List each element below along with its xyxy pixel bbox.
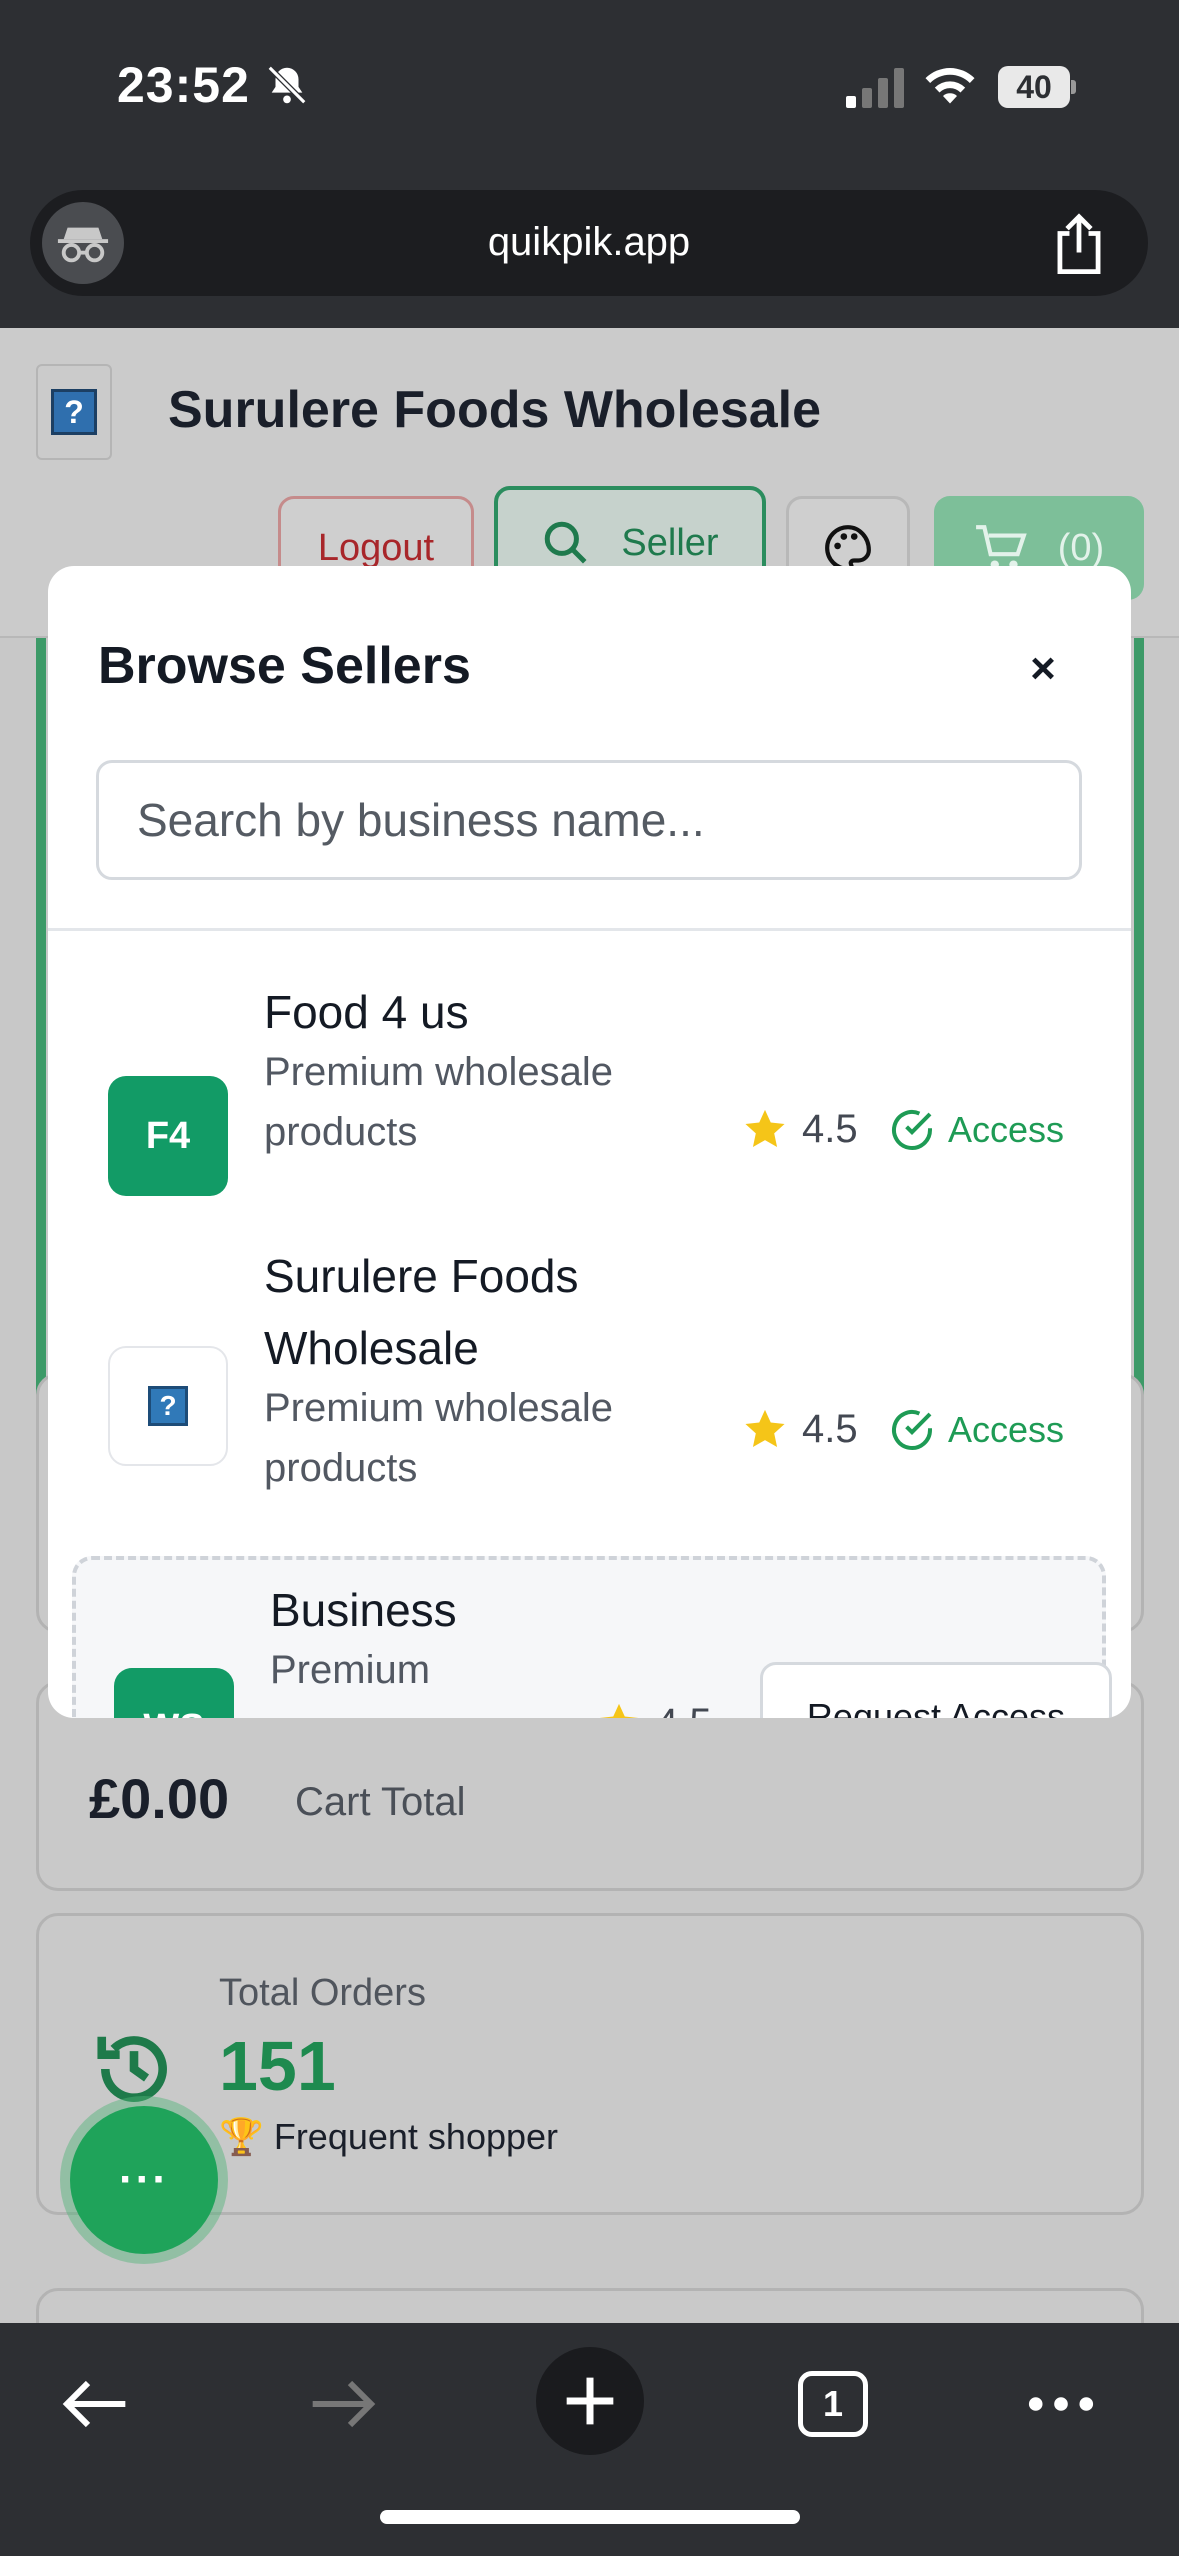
access-label: Access <box>948 1409 1065 1450</box>
check-circle-icon <box>892 1410 932 1450</box>
seller-name: Surulere Foods <box>264 1250 579 1302</box>
cellular-signal-icon <box>846 68 904 108</box>
seller-description: Premium wholesale <box>264 1050 614 1094</box>
seller-avatar: F4 <box>108 1076 228 1196</box>
history-icon <box>97 2036 167 2102</box>
more-actions-fab[interactable]: ··· <box>70 2106 218 2254</box>
browse-sellers-modal: Browse Sellers × F4 Food 4 us Premium wh… <box>48 566 1131 1718</box>
rating-value: 4.5 <box>802 1406 858 1451</box>
new-tab-button[interactable] <box>536 2347 644 2455</box>
seller-item-food-4-us[interactable]: F4 Food 4 us Premium wholesale products … <box>48 976 1131 1216</box>
seller-button-label: Seller <box>621 521 719 564</box>
seller-description: Premium <box>270 1648 431 1692</box>
placeholder-image-icon: ? <box>148 1386 188 1426</box>
total-orders-value: 151 <box>219 2027 336 2105</box>
access-label: Access <box>948 1109 1065 1150</box>
divider <box>48 928 1131 931</box>
home-indicator <box>380 2510 800 2524</box>
seller-rating: 4.5 <box>596 1700 712 1718</box>
battery-icon: 40 <box>998 66 1076 108</box>
seller-avatar: WS <box>114 1668 234 1718</box>
arrow-right-icon <box>312 2380 376 2428</box>
seller-rating: 4.5 <box>742 1106 858 1152</box>
seller-rating: 4.5 <box>742 1406 858 1452</box>
rating-value: 4.5 <box>802 1106 858 1151</box>
seller-name: Wholesale <box>264 1322 479 1374</box>
seller-name: Food 4 us <box>264 986 469 1038</box>
page-title: Surulere Foods Wholesale <box>168 381 822 439</box>
tab-count: 1 <box>798 2371 868 2437</box>
forward-button[interactable] <box>298 2359 388 2449</box>
request-access-button[interactable]: Request Access <box>760 1662 1112 1718</box>
check-circle-icon <box>892 1110 932 1150</box>
tabs-button[interactable]: 1 <box>788 2359 878 2449</box>
url-text: quikpik.app <box>487 220 691 264</box>
bell-muted-icon <box>267 65 307 105</box>
close-button[interactable]: × <box>1008 634 1078 704</box>
battery-level: 40 <box>998 66 1070 108</box>
business-search-input[interactable] <box>96 760 1082 880</box>
star-icon <box>599 1703 639 1718</box>
star-icon <box>745 1409 785 1448</box>
modal-title: Browse Sellers <box>98 637 471 695</box>
cart-count: (0) <box>1057 526 1105 569</box>
store-logo: ? <box>36 364 112 460</box>
search-icon <box>545 521 587 564</box>
seller-item-business[interactable]: WS Business Premium 4.5 Request Access <box>72 1556 1112 1718</box>
frequent-shopper-badge: 🏆 Frequent shopper <box>219 2116 559 2157</box>
star-icon <box>745 1109 785 1148</box>
seller-description: products <box>264 1110 418 1154</box>
wifi-icon <box>925 68 975 104</box>
plus-icon <box>566 2377 614 2425</box>
seller-description: products <box>264 1446 418 1490</box>
more-dots-icon <box>1028 2397 1094 2411</box>
cart-total-label: Cart Total <box>295 1780 466 1824</box>
seller-avatar: ? <box>108 1346 228 1466</box>
arrow-left-icon <box>62 2380 126 2428</box>
cart-total-amount: £0.00 <box>89 1767 230 1830</box>
status-bar: 23:52 40 <box>0 0 1179 170</box>
share-icon[interactable] <box>1050 212 1108 274</box>
rating-value: 4.5 <box>656 1701 712 1719</box>
back-button[interactable] <box>50 2359 140 2449</box>
seller-item-surulere-foods[interactable]: ? Surulere Foods Wholesale Premium whole… <box>48 1246 1131 1546</box>
url-field[interactable]: quikpik.app <box>30 190 1148 296</box>
seller-description: Premium wholesale <box>264 1386 614 1430</box>
more-menu-button[interactable] <box>1016 2359 1106 2449</box>
seller-name: Business <box>270 1584 457 1636</box>
access-status: Access <box>888 1406 1064 1454</box>
total-orders-label: Total Orders <box>219 1972 426 2014</box>
placeholder-image-icon: ? <box>51 389 97 435</box>
access-status: Access <box>888 1106 1064 1154</box>
clock: 23:52 <box>117 57 250 113</box>
browser-address-bar: quikpik.app <box>0 170 1179 328</box>
